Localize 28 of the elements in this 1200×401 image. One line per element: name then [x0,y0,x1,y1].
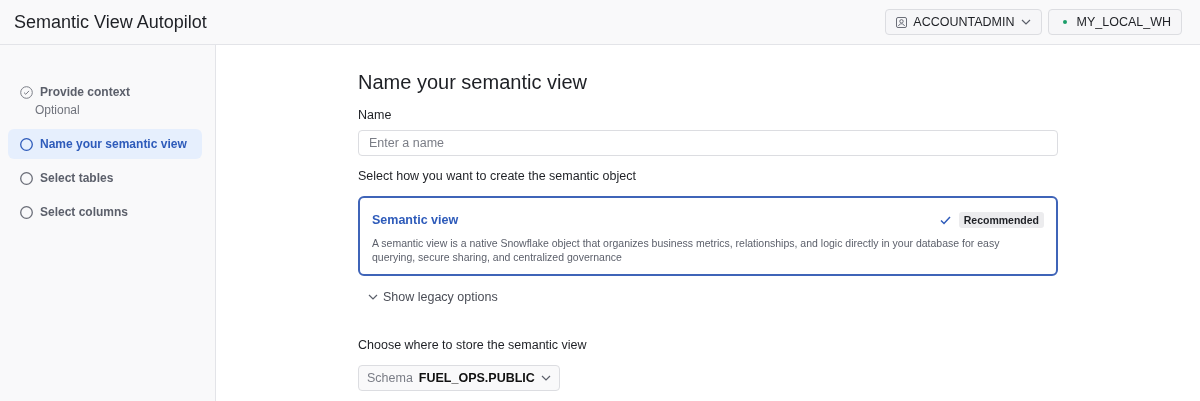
option-description: A semantic view is a native Snowflake object that organizes business metrics, relationships, and logic directly in your database for easy querying, secure sharing, and centralized governance [372,236,1001,264]
user-icon [896,16,908,28]
circle-icon [20,137,33,151]
field-label: Name [358,108,393,122]
check-icon [939,215,951,225]
step-note: Optional [35,103,81,117]
role-selector[interactable]: ACCOUNTADMIN [885,9,1042,35]
page-heading: Name your semantic view [358,71,588,94]
option-card[interactable] [358,196,1058,276]
warehouse-selector[interactable]: MY_LOCAL_WH [1047,9,1182,35]
chevron-icon [540,375,551,381]
chevron-icon [1020,19,1031,25]
app-title: Semantic View Autopilot [14,11,207,33]
name-field[interactable]: Enter a name [358,130,1058,156]
circle-icon [20,171,33,185]
circle-icon [20,205,33,219]
chevron-icon [368,294,378,300]
step-item[interactable]: Name your semantic view [8,129,202,159]
step-item[interactable]: Provide context Optional [8,77,202,125]
legacy-options-toggle[interactable]: Show legacy options [368,290,498,304]
recommended-badge: Recommended [958,212,1044,228]
step-item[interactable]: Select tables [8,163,202,193]
option-title: Semantic view [372,213,459,227]
section-label: Select how you want to create the semantic object [358,169,637,183]
step-item[interactable]: Select columns [8,197,202,227]
section-label: Choose where to store the semantic view [358,338,588,352]
schema-selector[interactable]: Schema FUEL_OPS.PUBLIC [358,365,560,391]
check-circle-icon [20,85,33,99]
